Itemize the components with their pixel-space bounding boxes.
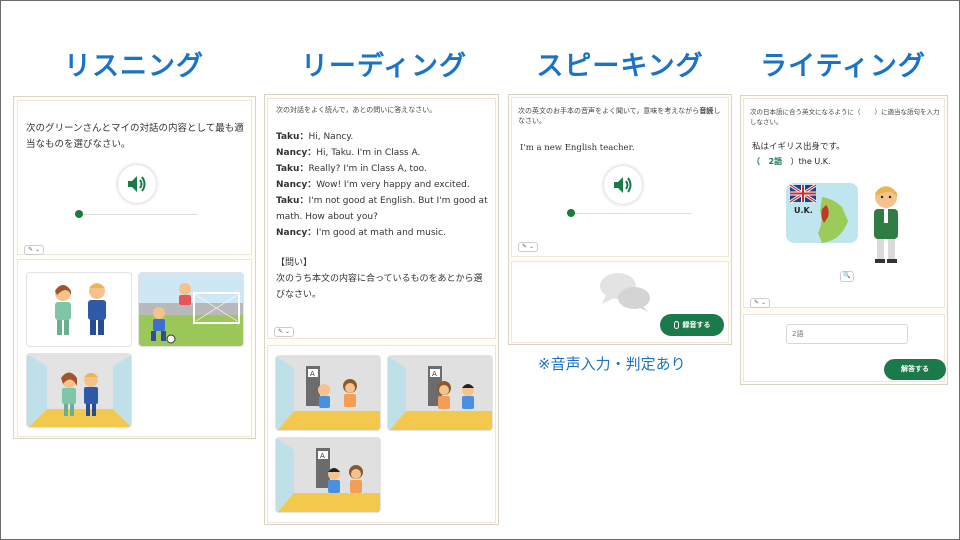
dialog-line-3: Taku：Really? I'm in Class A, too. bbox=[276, 164, 427, 174]
edit-dropdown[interactable]: ✎ ⌄ bbox=[24, 245, 44, 255]
listening-instruction: 次のグリーンさんとマイの対話の内容として最も適当なものを選びなさい。 bbox=[26, 123, 244, 150]
dialog-line-5: Taku：I'm not good at English. But I'm go… bbox=[276, 196, 488, 206]
svg-text:A: A bbox=[320, 452, 325, 460]
choice-image-2[interactable]: A bbox=[387, 355, 493, 431]
writing-answer-area: 解答する bbox=[743, 314, 946, 382]
choice-image-2[interactable] bbox=[138, 272, 244, 347]
writing-panel: 次の日本語に合う英文になるように（ ）に適当な語句を入力しなさい。 私はイギリス出… bbox=[740, 95, 948, 385]
writing-instruction: 次の日本語に合う英文になるように（ ）に適当な語句を入力しなさい。 bbox=[750, 108, 940, 126]
choice-image-1[interactable]: A bbox=[275, 355, 381, 431]
microphone-icon bbox=[673, 321, 679, 329]
choice-image-3[interactable]: A bbox=[275, 437, 381, 513]
listening-question-card: 次のグリーンさんとマイの対話の内容として最も適当なものを選びなさい。 ✎ ⌄ bbox=[17, 100, 252, 255]
answer-input[interactable] bbox=[786, 324, 908, 344]
speaker-icon bbox=[614, 177, 632, 193]
question-label: 【問い】 bbox=[276, 258, 313, 268]
svg-text:A: A bbox=[432, 370, 437, 378]
reading-panel: 次の対話をよく読んで，あとの問いに答えなさい。 Taku：Hi, Nancy. … bbox=[264, 94, 499, 525]
speaking-response-area: 録音する bbox=[511, 261, 729, 343]
speaker-icon bbox=[128, 176, 146, 192]
speaking-sentence: I'm a new English teacher. bbox=[520, 143, 635, 153]
question-text: 次のうち本文の内容に合っているものをあとから選びなさい。 bbox=[276, 274, 483, 300]
writing-title: ライティング bbox=[760, 51, 926, 82]
record-button[interactable]: 録音する bbox=[660, 314, 724, 336]
speaking-instruction: 次の英文のお手本の音声をよく聞いて，意味を考えながら音読しなさい。 bbox=[518, 107, 721, 125]
reading-title: リーディング bbox=[300, 51, 468, 82]
audio-play-button[interactable] bbox=[118, 165, 156, 203]
audio-play-button[interactable] bbox=[604, 166, 642, 204]
chat-bubbles-icon bbox=[600, 273, 650, 312]
answer-button[interactable]: 解答する bbox=[884, 359, 946, 380]
record-button-label: 録音する bbox=[682, 321, 711, 329]
svg-text:A: A bbox=[310, 370, 315, 378]
dialog-line-2: Nancy：Hi, Taku. I'm in Class A. bbox=[276, 148, 421, 158]
speaking-panel: 次の英文のお手本の音声をよく聞いて，意味を考えながら音読しなさい。 I'm a … bbox=[508, 94, 732, 345]
reading-dialog: Taku：Hi, Nancy. Nancy：Hi, Taku. I'm in C… bbox=[276, 129, 496, 241]
dialog-line-6: math. How about you? bbox=[276, 212, 378, 222]
audio-progress-track[interactable] bbox=[78, 214, 198, 215]
svg-text:U.K.: U.K. bbox=[794, 206, 813, 215]
choice-image-1[interactable] bbox=[26, 272, 132, 347]
choice-image-3[interactable] bbox=[26, 353, 132, 428]
dialog-line-4: Nancy：Wow! I'm very happy and excited. bbox=[276, 180, 470, 190]
audio-progress-track[interactable] bbox=[572, 213, 692, 214]
edit-dropdown[interactable]: ✎ ⌄ bbox=[274, 327, 294, 337]
reading-question-card: 次の対話をよく読んで，あとの問いに答えなさい。 Taku：Hi, Nancy. … bbox=[267, 98, 496, 339]
audio-progress-knob[interactable] bbox=[567, 209, 575, 217]
writing-jp-sentence: 私はイギリス出身です。 bbox=[752, 142, 845, 152]
speaking-note: ※音声入力・判定あり bbox=[538, 355, 686, 373]
edit-dropdown[interactable]: ✎ ⌄ bbox=[750, 298, 770, 308]
writing-blank-line: （ 2語 ）the U.K. bbox=[752, 157, 831, 166]
uk-map-illustration: U.K. bbox=[786, 183, 898, 263]
writing-question-card: 次の日本語に合う英文になるように（ ）に適当な語句を入力しなさい。 私はイギリス出… bbox=[743, 98, 945, 308]
edit-dropdown[interactable]: ✎ ⌄ bbox=[518, 242, 538, 252]
listening-title: リスニング bbox=[64, 51, 204, 82]
blank-answer: 2語 bbox=[768, 157, 783, 166]
speaking-title: スピーキング bbox=[536, 51, 704, 82]
listening-panel: 次のグリーンさんとマイの対話の内容として最も適当なものを選びなさい。 ✎ ⌄ bbox=[13, 96, 256, 439]
speaking-question-card: 次の英文のお手本の音声をよく聞いて，意味を考えながら音読しなさい。 I'm a … bbox=[511, 97, 729, 257]
dialog-line-1: Taku：Hi, Nancy. bbox=[276, 132, 354, 142]
reading-instruction: 次の対話をよく読んで，あとの問いに答えなさい。 bbox=[276, 106, 437, 114]
dialog-line-7: Nancy：I'm good at math and music. bbox=[276, 228, 446, 238]
audio-progress-knob[interactable] bbox=[75, 210, 83, 218]
zoom-button[interactable]: 🔍 bbox=[840, 271, 854, 282]
